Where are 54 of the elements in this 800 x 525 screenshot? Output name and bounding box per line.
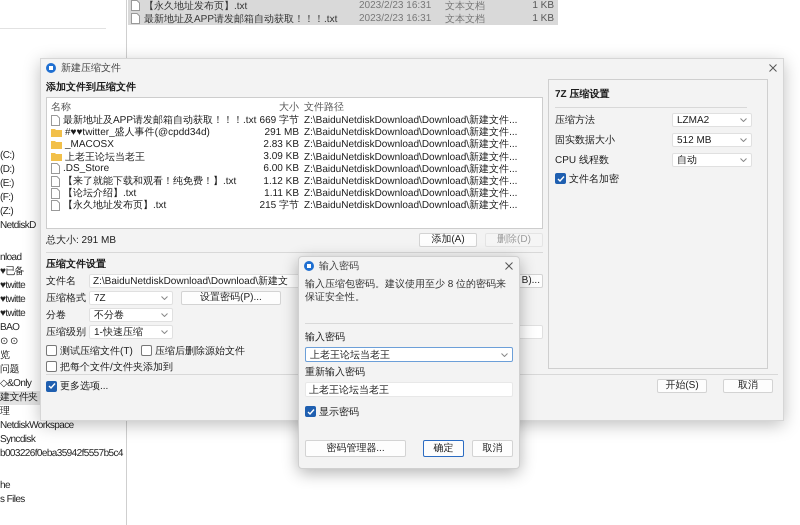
file-name: _MACOSX [65, 138, 114, 150]
file-date: 2023/2/23 16:31 [359, 13, 432, 24]
file-name: 【论坛介绍】.txt [63, 186, 136, 200]
file-name: 【来了就能下载和观看！纯免费！】.txt [63, 174, 236, 188]
file-path: Z:\BaiduNetdiskDownload\Download\新建文件... [304, 126, 518, 138]
checkbox-label: 文件名加密 [569, 172, 619, 186]
file-name: #♥♥twitter_盛人事件(@cpdd34d) [65, 126, 210, 140]
field-label: 输入密码 [305, 332, 346, 344]
file-type: 文本文档 [445, 0, 486, 12]
file-size: 1.12 KB [262, 176, 300, 187]
field-label: CPU 线程数 [555, 154, 610, 167]
checkbox-label: 压缩后删除源始文件 [154, 344, 245, 358]
file-name: .DS_Store [63, 163, 110, 174]
window-title: 输入密码 [319, 260, 359, 272]
file-path: Z:\BaiduNetdiskDownload\Download\新建文件... [304, 186, 518, 200]
file-type: 文本文档 [445, 12, 486, 26]
file-size: 1 KB [531, 13, 555, 24]
file-date: 2023/2/23 16:31 [359, 0, 432, 11]
field-label: 分卷 [46, 309, 67, 322]
field-label: 压缩级别 [46, 326, 86, 339]
file-size: 6.00 KB [262, 163, 300, 174]
file-name: 最新地址及APP请发邮箱自动获取！！！.txt [144, 12, 338, 26]
field-label: 重新输入密码 [305, 367, 366, 379]
file-path: Z:\BaiduNetdiskDownload\Download\新建文件... [304, 150, 518, 164]
checkbox-label: 显示密码 [319, 406, 359, 418]
checkbox-label: 把每个文件/文件夹添加到 [60, 360, 173, 374]
window-title: 新建压缩文件 [61, 62, 121, 74]
field-label: 文件名 [46, 274, 77, 288]
file-size: 1.11 KB [263, 188, 300, 199]
file-size: 1 KB [531, 0, 555, 11]
file-name: 【永久地址发布页】.txt [144, 0, 248, 12]
section-title: 压缩文件设置 [46, 258, 106, 271]
checkbox-label: 更多选项... [60, 380, 108, 393]
hint-text: 输入压缩包密码。建议使用至少 8 位的密码来保证安全性。 [305, 278, 508, 305]
file-name: 上老王论坛当老王 [65, 150, 145, 164]
file-path: Z:\BaiduNetdiskDownload\Download\新建文件... [304, 138, 518, 152]
file-size: 669 字节 [258, 114, 300, 128]
file-path: Z:\BaiduNetdiskDownload\Download\新建文件... [304, 162, 518, 176]
field-label: 压缩格式 [46, 292, 86, 305]
section-title: 添加文件到压缩文件 [46, 81, 136, 94]
file-size: 3.09 KB [262, 151, 300, 162]
field-label: 固实数据大小 [555, 134, 616, 147]
file-name: 【永久地址发布页】.txt [63, 198, 166, 212]
file-path: Z:\BaiduNetdiskDownload\Download\新建文件... [304, 114, 518, 126]
field-label: 压缩方法 [555, 114, 596, 127]
file-path: Z:\BaiduNetdiskDownload\Download\新建文件... [304, 198, 518, 212]
file-size: 215 字节 [258, 198, 300, 212]
file-size: 291 MB [264, 126, 300, 138]
total-size: 总大小: 291 MB [46, 234, 116, 247]
section-title: 7Z 压缩设置 [555, 88, 610, 101]
file-size: 2.83 KB [262, 138, 300, 150]
file-path: Z:\BaiduNetdiskDownload\Download\新建文件... [304, 174, 518, 188]
checkbox-label: 测试压缩文件(T) [60, 344, 133, 358]
file-name: 最新地址及APP请发邮箱自动获取！！！.txt [63, 114, 256, 126]
